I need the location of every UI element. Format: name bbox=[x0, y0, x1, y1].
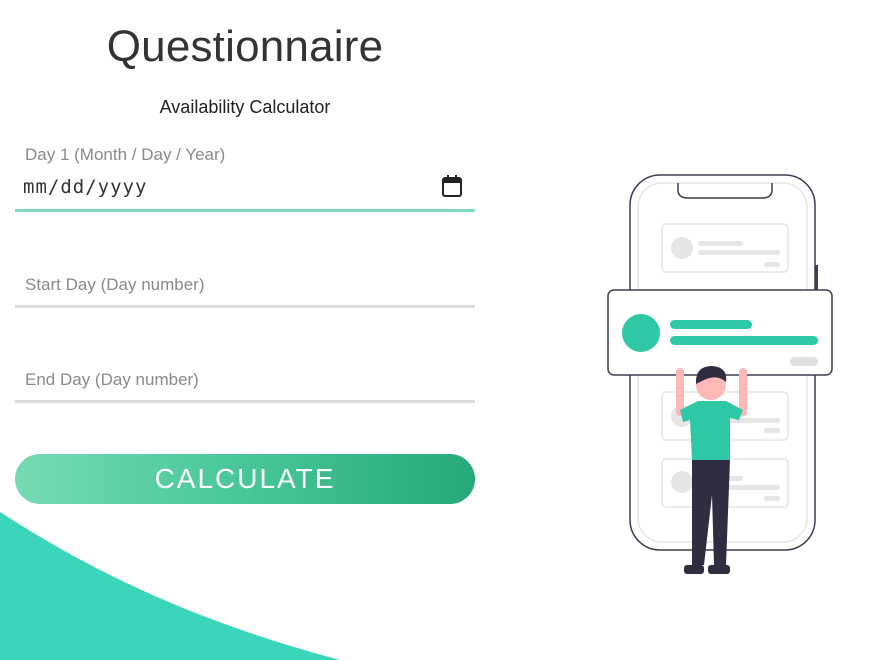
questionnaire-form: Questionnaire Availability Calculator Da… bbox=[0, 0, 490, 660]
page-subtitle: Availability Calculator bbox=[159, 97, 331, 117]
end-day-label: End Day (Day number) bbox=[25, 370, 199, 389]
day1-label: Day 1 (Month / Day / Year) bbox=[25, 145, 226, 164]
calendar-icon[interactable] bbox=[441, 174, 463, 198]
page-title: Questionnaire bbox=[106, 22, 384, 71]
day1-date-input[interactable]: mm/dd/yyyy bbox=[23, 176, 147, 198]
start-day-label: Start Day (Day number) bbox=[25, 275, 205, 294]
end-day-field[interactable]: End Day (Day number) bbox=[15, 360, 475, 405]
day1-date-field[interactable]: Day 1 (Month / Day / Year) mm/dd/yyyy bbox=[15, 140, 475, 215]
phone-person-illustration bbox=[607, 174, 833, 574]
end-day-underline bbox=[15, 400, 475, 403]
start-day-underline bbox=[15, 305, 475, 308]
calculate-button[interactable]: CALCULATE bbox=[15, 454, 475, 504]
start-day-field[interactable]: Start Day (Day number) bbox=[15, 265, 475, 310]
day1-underline bbox=[15, 209, 475, 212]
